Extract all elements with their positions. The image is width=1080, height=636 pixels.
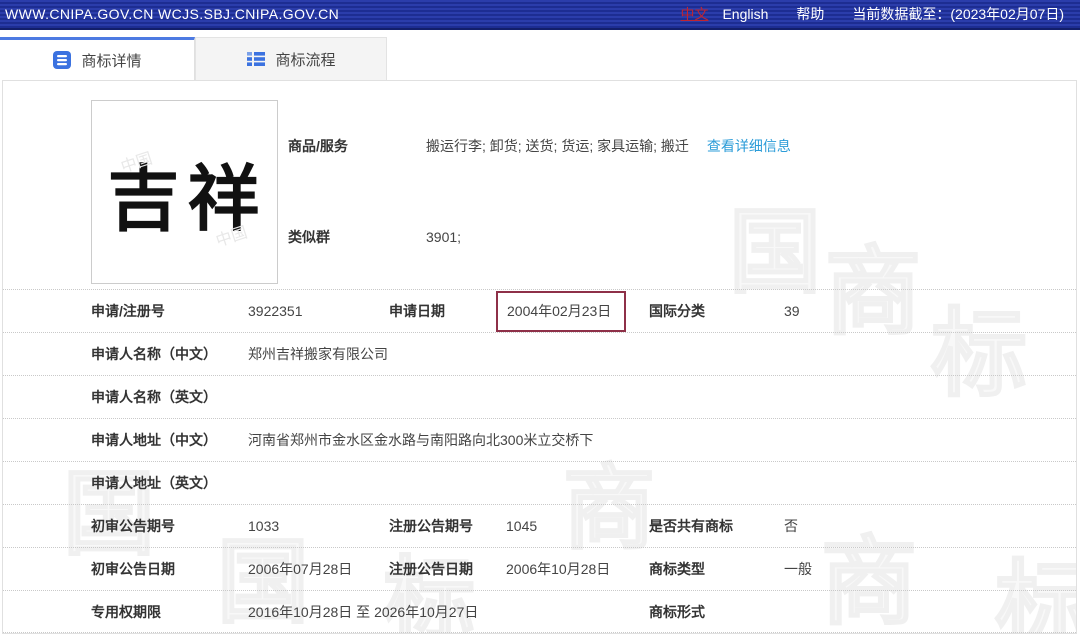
- similar-group-label: 类似群: [288, 227, 426, 247]
- applicant-address-en-label: 申请人地址（英文）: [91, 473, 248, 493]
- applicant-name-en-label: 申请人名称（英文）: [91, 387, 248, 407]
- applicant-address-en-row: 申请人地址（英文）: [3, 461, 1076, 504]
- apply-date-label: 申请日期: [389, 301, 506, 321]
- apply-date-highlight-box: 2004年02月23日: [496, 291, 626, 332]
- tab-trademark-details[interactable]: 商标详情: [0, 37, 195, 80]
- applicant-name-cn-value: 郑州吉祥搬家有限公司: [248, 344, 1076, 364]
- registration-number-label: 申请/注册号: [91, 301, 248, 321]
- applicant-name-cn-label: 申请人名称（中文）: [91, 344, 248, 364]
- preliminary-date-label: 初审公告日期: [91, 559, 248, 579]
- registration-issue-label: 注册公告期号: [389, 516, 506, 536]
- registration-date-label: 注册公告日期: [389, 559, 506, 579]
- applicant-name-en-row: 申请人名称（英文）: [3, 375, 1076, 418]
- data-cutoff-text: 当前数据截至：(2023年02月07日): [852, 4, 1064, 24]
- lang-chinese-link[interactable]: 中文: [680, 4, 708, 24]
- international-class-value: 39: [784, 303, 1076, 319]
- top-bar: WWW.CNIPA.GOV.CN WCJS.SBJ.CNIPA.GOV.CN 中…: [0, 0, 1080, 30]
- exclusive-term-label: 专用权期限: [91, 602, 248, 622]
- trademark-image: 中国 吉祥 中国: [91, 100, 278, 284]
- announcement-issue-row: 初审公告期号 1033 注册公告期号 1045 是否共有商标 否: [3, 504, 1076, 547]
- document-lines-icon: [52, 50, 72, 70]
- registration-issue-value: 1045: [506, 518, 649, 534]
- goods-services-row: 商品/服务 搬运行李; 卸货; 送货; 货运; 家具运输; 搬迁 查看详细信息: [288, 136, 1076, 156]
- help-link[interactable]: 帮助: [796, 4, 824, 24]
- applicant-address-cn-value: 河南省郑州市金水区金水路与南阳路向北300米立交桥下: [248, 430, 1076, 450]
- similar-group-row: 类似群 3901;: [288, 227, 1076, 247]
- applicant-name-cn-row: 申请人名称（中文） 郑州吉祥搬家有限公司: [3, 332, 1076, 375]
- trademark-summary-section: 中国 吉祥 中国 商品/服务 搬运行李; 卸货; 送货; 货运; 家具运输; 搬…: [3, 81, 1076, 289]
- preliminary-issue-label: 初审公告期号: [91, 516, 248, 536]
- lang-english-link[interactable]: English: [722, 6, 768, 22]
- goods-services-label: 商品/服务: [288, 136, 426, 156]
- trademark-type-label: 商标类型: [649, 559, 784, 579]
- tab-trademark-process-label: 商标流程: [275, 49, 335, 70]
- shared-trademark-value: 否: [784, 516, 1076, 536]
- tab-trademark-details-label: 商标详情: [81, 50, 141, 71]
- trademark-detail-panel: 国 商 标 国 商 标 国 商 标 中国 吉祥 中国 商品/服务 搬运行李; 卸…: [2, 80, 1077, 634]
- exclusive-term-row: 专用权期限 2016年10月28日 至 2026年10月27日 商标形式: [3, 590, 1076, 633]
- view-details-link[interactable]: 查看详细信息: [707, 136, 791, 156]
- preliminary-date-value: 2006年07月28日: [248, 559, 389, 579]
- registration-number-value: 3922351: [248, 303, 389, 319]
- tab-bar: 商标详情 商标流程: [0, 37, 1080, 80]
- preliminary-issue-value: 1033: [248, 518, 389, 534]
- apply-date-cell: 2004年02月23日: [506, 291, 649, 332]
- trademark-form-label: 商标形式: [649, 602, 784, 622]
- shared-trademark-label: 是否共有商标: [649, 516, 784, 536]
- exclusive-term-value: 2016年10月28日 至 2026年10月27日: [248, 602, 649, 622]
- list-icon: [246, 49, 266, 69]
- goods-services-value: 搬运行李; 卸货; 送货; 货运; 家具运输; 搬迁: [426, 136, 689, 156]
- registration-date-value: 2006年10月28日: [506, 559, 649, 579]
- similar-group-value: 3901;: [426, 229, 461, 245]
- announcement-date-row: 初审公告日期 2006年07月28日 注册公告日期 2006年10月28日 商标…: [3, 547, 1076, 590]
- applicant-address-cn-label: 申请人地址（中文）: [91, 430, 248, 450]
- international-class-label: 国际分类: [649, 301, 784, 321]
- registration-number-row: 申请/注册号 3922351 申请日期 2004年02月23日 国际分类 39: [3, 289, 1076, 332]
- trademark-type-value: 一般: [784, 559, 1076, 579]
- tab-trademark-process[interactable]: 商标流程: [195, 37, 387, 80]
- applicant-address-cn-row: 申请人地址（中文） 河南省郑州市金水区金水路与南阳路向北300米立交桥下: [3, 418, 1076, 461]
- site-domains: WWW.CNIPA.GOV.CN WCJS.SBJ.CNIPA.GOV.CN: [5, 6, 339, 22]
